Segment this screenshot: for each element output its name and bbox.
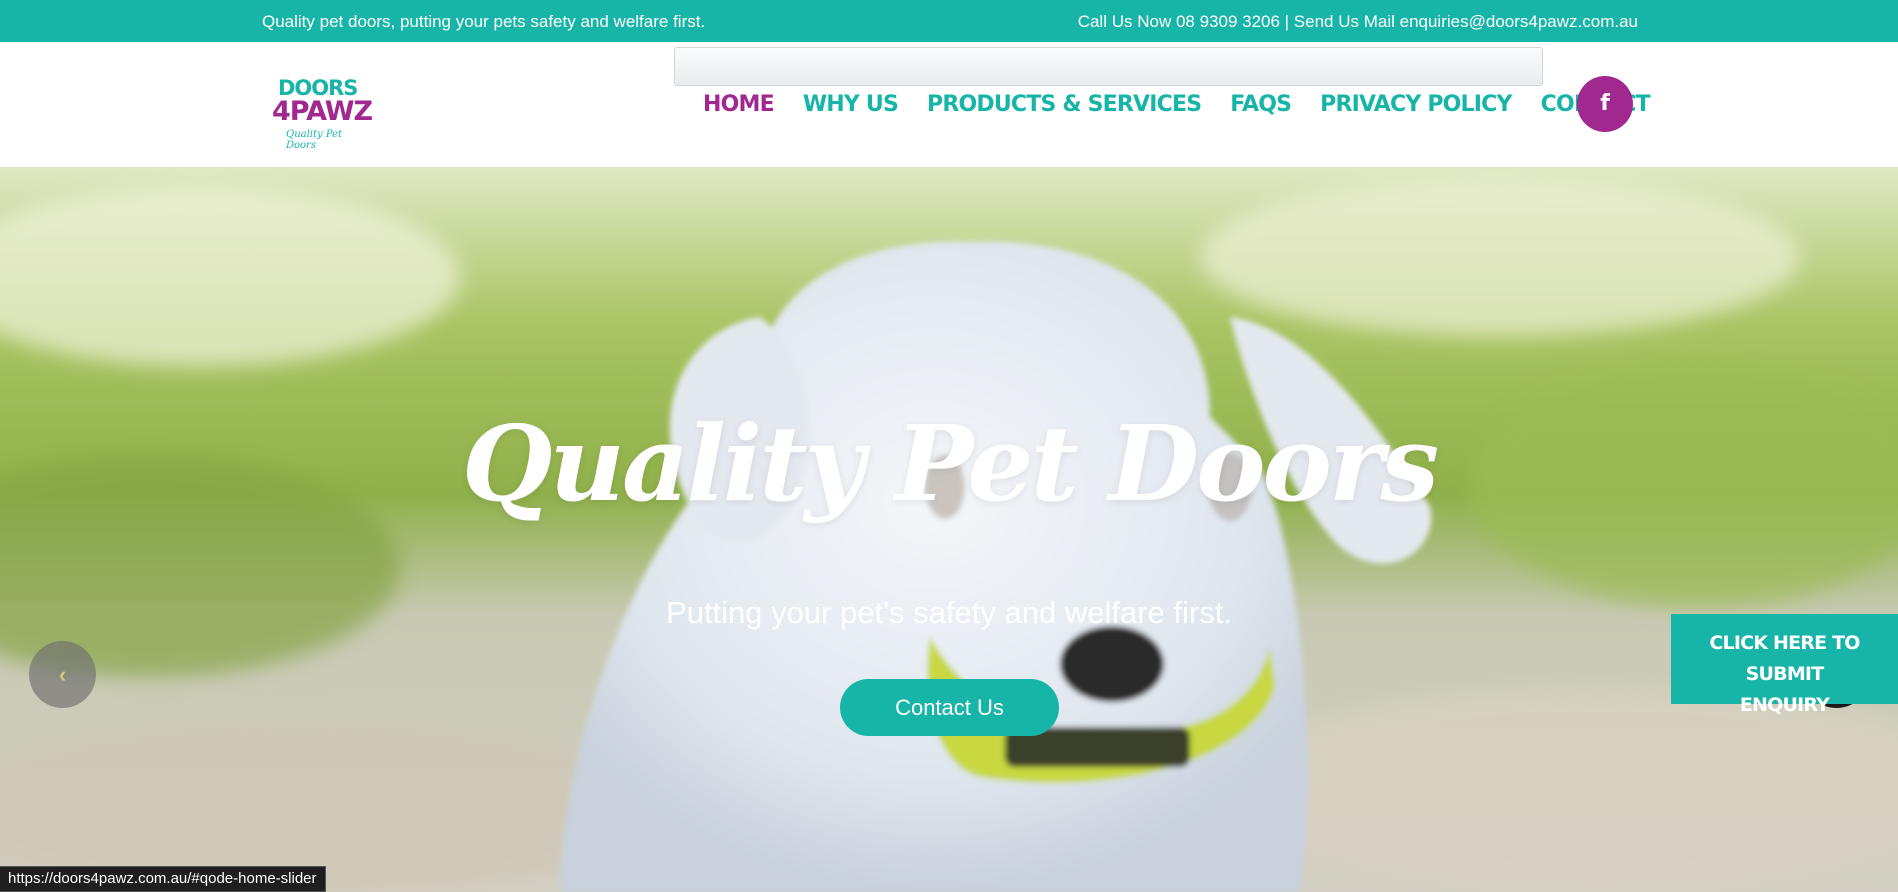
- logo-line-4pawz: 4PAWZ: [272, 96, 373, 127]
- hero-title: Quality Pet Doors: [461, 402, 1439, 525]
- topbar-contact-info[interactable]: Call Us Now 08 9309 3206 | Send Us Mail …: [1078, 12, 1638, 32]
- hero-background-image: [0, 167, 1898, 892]
- nav-products-services[interactable]: PRODUCTS & SERVICES: [927, 92, 1202, 117]
- nav-home[interactable]: HOME: [703, 92, 775, 117]
- top-info-bar: Quality pet doors, putting your pets saf…: [0, 0, 1898, 42]
- site-logo[interactable]: DOORS 4PAWZ Quality Pet Doors: [272, 74, 373, 151]
- slider-prev-button[interactable]: ‹: [29, 641, 96, 708]
- nav-faqs[interactable]: FAQS: [1230, 92, 1292, 117]
- contact-us-button[interactable]: Contact Us: [840, 679, 1059, 736]
- facebook-icon: f: [1600, 91, 1610, 116]
- nav-privacy-policy[interactable]: PRIVACY POLICY: [1320, 92, 1512, 117]
- facebook-button[interactable]: f: [1577, 76, 1633, 132]
- enquiry-label-line2: ENQUIRY: [1739, 694, 1830, 716]
- nav-why-us[interactable]: WHY US: [803, 92, 899, 117]
- enquiry-label-line1: CLICK HERE TO SUBMIT: [1709, 632, 1860, 685]
- main-navigation: HOME WHY US PRODUCTS & SERVICES FAQS PRI…: [703, 92, 1651, 117]
- hero-slider: Quality Pet Doors Putting your pet's saf…: [0, 167, 1898, 892]
- browser-status-url: https://doors4pawz.com.au/#qode-home-sli…: [0, 866, 326, 892]
- logo-tagline: Quality Pet Doors: [286, 129, 343, 151]
- header-search-bar[interactable]: [674, 47, 1543, 86]
- topbar-tagline: Quality pet doors, putting your pets saf…: [262, 12, 706, 31]
- submit-enquiry-button[interactable]: CLICK HERE TO SUBMIT ENQUIRY: [1671, 614, 1898, 716]
- site-header: DOORS 4PAWZ Quality Pet Doors HOME WHY U…: [0, 42, 1898, 167]
- hero-subtitle: Putting your pet's safety and welfare fi…: [666, 595, 1232, 630]
- chevron-left-icon: ‹: [58, 662, 67, 687]
